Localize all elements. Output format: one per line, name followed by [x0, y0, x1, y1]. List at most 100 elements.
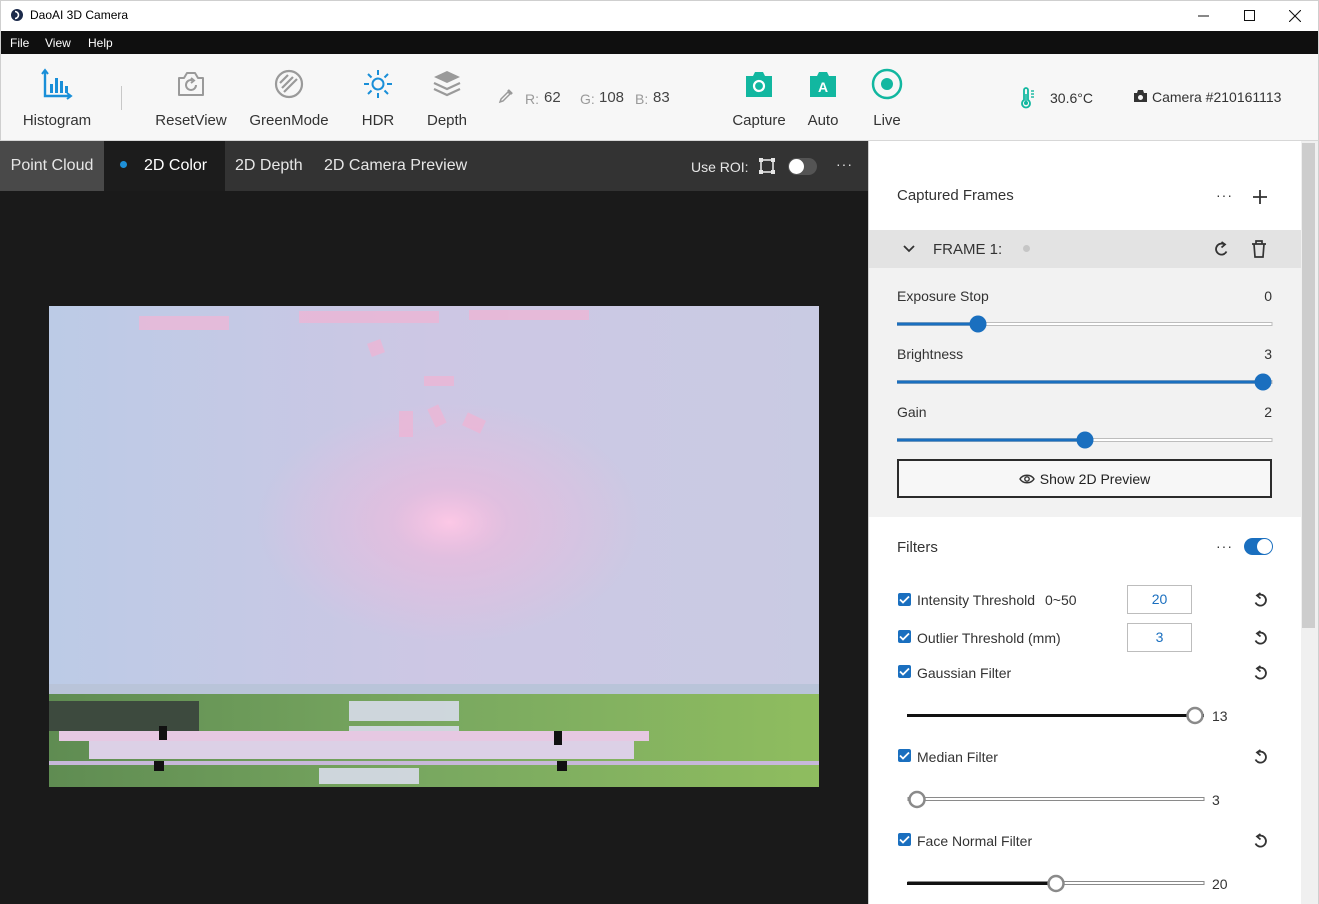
- frame-reset-icon[interactable]: [1213, 240, 1231, 258]
- face-normal-filter-slider[interactable]: [907, 873, 1207, 893]
- app-logo-icon: [11, 9, 23, 21]
- rgb-r-label: R:: [525, 91, 539, 107]
- frame-label: FRAME 1:: [933, 241, 1003, 258]
- median-filter-reset-icon[interactable]: [1251, 748, 1269, 766]
- roi-label: Use ROI:: [691, 159, 749, 175]
- gaussian-filter-label: Gaussian Filter: [917, 665, 1012, 681]
- green-mode-icon: [274, 69, 304, 99]
- gaussian-filter-slider[interactable]: [907, 705, 1207, 725]
- maximize-button[interactable]: [1226, 0, 1272, 31]
- rgb-r-value: 62: [544, 89, 561, 106]
- median-filter-checkbox[interactable]: [898, 749, 911, 762]
- reset-view-label: ResetView: [155, 112, 227, 129]
- camera-image[interactable]: [49, 306, 819, 787]
- auto-capture-icon: A: [810, 72, 836, 97]
- close-icon: [1289, 9, 1301, 22]
- tab-2d-depth[interactable]: 2D Depth: [235, 141, 303, 191]
- hdr-button[interactable]: HDR: [353, 54, 403, 140]
- filters-toggle[interactable]: [1244, 538, 1273, 555]
- gain-value: 2: [1264, 404, 1272, 420]
- face-normal-filter-value: 20: [1212, 876, 1228, 892]
- median-filter-label: Median Filter: [917, 749, 998, 765]
- tab-2d-color[interactable]: 2D Color: [104, 141, 225, 191]
- intensity-threshold-checkbox[interactable]: [898, 593, 911, 606]
- tab-2d-camera-preview[interactable]: 2D Camera Preview: [324, 141, 467, 191]
- filters-more-button[interactable]: ···: [1216, 538, 1233, 554]
- tab-point-cloud[interactable]: Point Cloud: [0, 141, 104, 191]
- tab-point-cloud-label: Point Cloud: [10, 157, 94, 174]
- brightness-slider[interactable]: [897, 371, 1273, 393]
- gain-slider[interactable]: [897, 429, 1273, 451]
- roi-select-icon[interactable]: [758, 157, 776, 175]
- maximize-icon: [1243, 10, 1255, 21]
- temperature-value: 30.6°C: [1050, 90, 1093, 106]
- auto-label: Auto: [807, 112, 839, 129]
- check-icon: [899, 632, 910, 641]
- live-label: Live: [873, 112, 901, 129]
- outlier-threshold-input[interactable]: 3: [1127, 623, 1192, 652]
- viewer-more-button[interactable]: ···: [836, 156, 853, 172]
- frame-status-dot: [1023, 245, 1030, 252]
- panel-scrollbar-thumb[interactable]: [1302, 143, 1315, 628]
- layers-icon: [433, 71, 461, 97]
- rgb-b-label: B:: [635, 91, 649, 107]
- roi-toggle-knob: [789, 159, 804, 174]
- menu-bar: File View Help: [0, 31, 1319, 54]
- filters-toggle-knob: [1257, 539, 1272, 554]
- outlier-threshold-label: Outlier Threshold (mm): [917, 630, 1061, 646]
- capture-label: Capture: [732, 112, 786, 129]
- intensity-threshold-input[interactable]: 20: [1127, 585, 1192, 614]
- depth-label: Depth: [426, 112, 468, 129]
- minimize-button[interactable]: [1180, 0, 1226, 31]
- median-filter-slider[interactable]: [907, 789, 1207, 809]
- captured-frames-more-button[interactable]: ···: [1216, 187, 1233, 203]
- toolbar-separator: [121, 86, 122, 110]
- median-filter-value: 3: [1212, 792, 1220, 808]
- outlier-threshold-reset-icon[interactable]: [1251, 629, 1269, 647]
- check-icon: [899, 751, 910, 760]
- hdr-label: HDR: [361, 112, 395, 129]
- reset-view-button[interactable]: ResetView: [151, 54, 231, 140]
- roi-toggle[interactable]: [788, 158, 817, 175]
- intensity-threshold-reset-icon[interactable]: [1251, 591, 1269, 609]
- green-mode-button[interactable]: GreenMode: [248, 54, 330, 140]
- filters-title: Filters: [897, 539, 938, 556]
- green-mode-label: GreenMode: [249, 112, 329, 129]
- rgb-g-label: G:: [580, 91, 595, 107]
- trash-icon[interactable]: [1251, 240, 1267, 258]
- brightness-value: 3: [1264, 346, 1272, 362]
- menu-help[interactable]: Help: [88, 36, 113, 50]
- capture-button[interactable]: Capture: [726, 54, 792, 140]
- exposure-stop-slider[interactable]: [897, 313, 1273, 335]
- sun-icon: [364, 70, 392, 98]
- face-normal-filter-reset-icon[interactable]: [1251, 832, 1269, 850]
- histogram-icon: [41, 68, 73, 100]
- gaussian-filter-reset-icon[interactable]: [1251, 664, 1269, 682]
- close-button[interactable]: [1272, 0, 1318, 31]
- show-2d-preview-button[interactable]: Show 2D Preview: [897, 459, 1272, 498]
- face-normal-filter-label: Face Normal Filter: [917, 833, 1033, 849]
- eye-icon: [1018, 474, 1035, 483]
- menu-view[interactable]: View: [45, 36, 71, 50]
- rgb-b-value: 83: [653, 89, 670, 106]
- outlier-threshold-checkbox[interactable]: [898, 630, 911, 643]
- toolbar: Histogram ResetView GreenMode HDR Depth …: [0, 54, 1319, 141]
- add-frame-icon[interactable]: [1252, 189, 1268, 205]
- gain-label: Gain: [897, 404, 927, 420]
- minimize-icon: [1197, 15, 1209, 17]
- show-2d-preview-label: Show 2D Preview: [1039, 470, 1151, 487]
- camera-id: Camera #210161113: [1152, 89, 1282, 105]
- histogram-button[interactable]: Histogram: [1, 54, 113, 140]
- brightness-label: Brightness: [897, 346, 964, 362]
- live-button[interactable]: Live: [865, 54, 909, 140]
- record-icon: [871, 68, 903, 100]
- face-normal-filter-checkbox[interactable]: [898, 833, 911, 846]
- intensity-threshold-range: 0~50: [1045, 592, 1077, 608]
- chevron-down-icon[interactable]: [903, 244, 915, 254]
- auto-button[interactable]: A Auto: [801, 54, 845, 140]
- check-icon: [899, 595, 910, 604]
- gaussian-filter-value: 13: [1212, 708, 1228, 724]
- menu-file[interactable]: File: [10, 36, 29, 50]
- gaussian-filter-checkbox[interactable]: [898, 665, 911, 678]
- depth-button[interactable]: Depth: [421, 54, 473, 140]
